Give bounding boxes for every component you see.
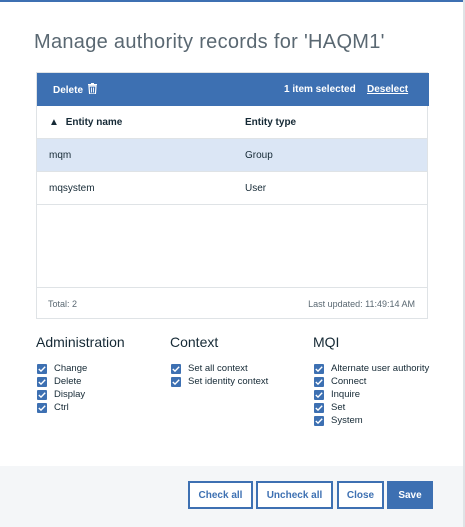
column-header-entity-name[interactable]: ▲ Entity name	[49, 117, 122, 128]
save-button[interactable]: Save	[387, 481, 433, 509]
checkmark-icon	[314, 389, 324, 400]
checkbox-label: Set	[331, 402, 346, 413]
table-batch-toolbar: Delete 1 item selected Deselect	[37, 73, 429, 106]
sort-up-icon: ▲	[49, 117, 59, 128]
table-header: ▲ Entity name Entity type	[37, 106, 427, 139]
checkbox-connect[interactable]: Connect	[314, 375, 429, 388]
context-checkboxes: Set all context Set identity context	[171, 362, 268, 388]
check-all-button[interactable]: Check all	[188, 481, 253, 509]
cell-entity-type: Group	[245, 150, 273, 161]
administration-checkboxes: Change Delete Display Ctrl	[37, 362, 87, 414]
table-row[interactable]: mqm Group	[37, 139, 427, 172]
trash-icon	[88, 83, 98, 97]
checkmark-icon	[314, 363, 324, 374]
checkbox-label: Alternate user authority	[331, 363, 430, 374]
checkbox-label: Inquire	[331, 389, 361, 400]
checkbox-label: Delete	[54, 376, 82, 387]
column-header-entity-type[interactable]: Entity type	[245, 117, 296, 128]
checkbox-set-all-context[interactable]: Set all context	[171, 362, 268, 375]
delete-label: Delete	[53, 84, 84, 96]
checkbox-system[interactable]: System	[314, 414, 429, 427]
checkbox-inquire[interactable]: Inquire	[314, 388, 429, 401]
checkbox-label: Display	[54, 389, 86, 400]
uncheck-all-button[interactable]: Uncheck all	[256, 481, 333, 509]
checkbox-label: Change	[54, 363, 88, 374]
checkbox-label: Ctrl	[54, 402, 69, 413]
checkbox-set[interactable]: Set	[314, 401, 429, 414]
selected-count: 1 item selected	[284, 84, 356, 95]
authority-records-table: Delete 1 item selected Deselect ▲ Entity…	[36, 72, 429, 319]
table-footer: Total: 2 Last updated: 11:49:14 AM	[37, 287, 427, 319]
close-button[interactable]: Close	[337, 481, 384, 509]
dialog-title: Manage authority records for 'HAQM1'	[34, 31, 385, 53]
delete-button[interactable]: Delete	[53, 83, 98, 97]
total-count: Total: 2	[48, 299, 78, 309]
checkbox-alternate-user-authority[interactable]: Alternate user authority	[314, 362, 429, 375]
checkmark-icon	[37, 389, 47, 400]
column-label: Entity name	[65, 117, 123, 128]
checkmark-icon	[171, 376, 181, 387]
checkbox-label: Set all context	[188, 363, 248, 374]
column-label: Entity type	[245, 117, 297, 128]
checkbox-change[interactable]: Change	[37, 362, 87, 375]
table-row[interactable]: mqsystem User	[37, 172, 427, 205]
checkbox-delete[interactable]: Delete	[37, 375, 87, 388]
checkmark-icon	[37, 376, 47, 387]
section-title-administration: Administration	[36, 334, 125, 350]
section-title-context: Context	[170, 334, 219, 350]
cell-entity-name: mqm	[49, 150, 72, 161]
checkbox-set-identity-context[interactable]: Set identity context	[171, 375, 268, 388]
checkbox-label: System	[331, 415, 363, 426]
checkmark-icon	[171, 363, 181, 374]
checkbox-label: Set identity context	[188, 376, 269, 387]
checkmark-icon	[314, 376, 324, 387]
checkbox-display[interactable]: Display	[37, 388, 87, 401]
last-updated: Last updated: 11:49:14 AM	[308, 299, 415, 309]
checkmark-icon	[37, 402, 47, 413]
dialog-top-border	[0, 0, 465, 2]
checkmark-icon	[37, 363, 47, 374]
mqi-checkboxes: Alternate user authority Connect Inquire…	[314, 362, 429, 427]
checkbox-ctrl[interactable]: Ctrl	[37, 401, 87, 414]
checkmark-icon	[314, 402, 324, 413]
deselect-link[interactable]: Deselect	[367, 84, 408, 95]
cell-entity-type: User	[245, 183, 267, 194]
checkbox-label: Connect	[331, 376, 367, 387]
cell-entity-name: mqsystem	[49, 183, 95, 194]
section-title-mqi: MQI	[313, 334, 340, 350]
checkmark-icon	[314, 415, 324, 426]
